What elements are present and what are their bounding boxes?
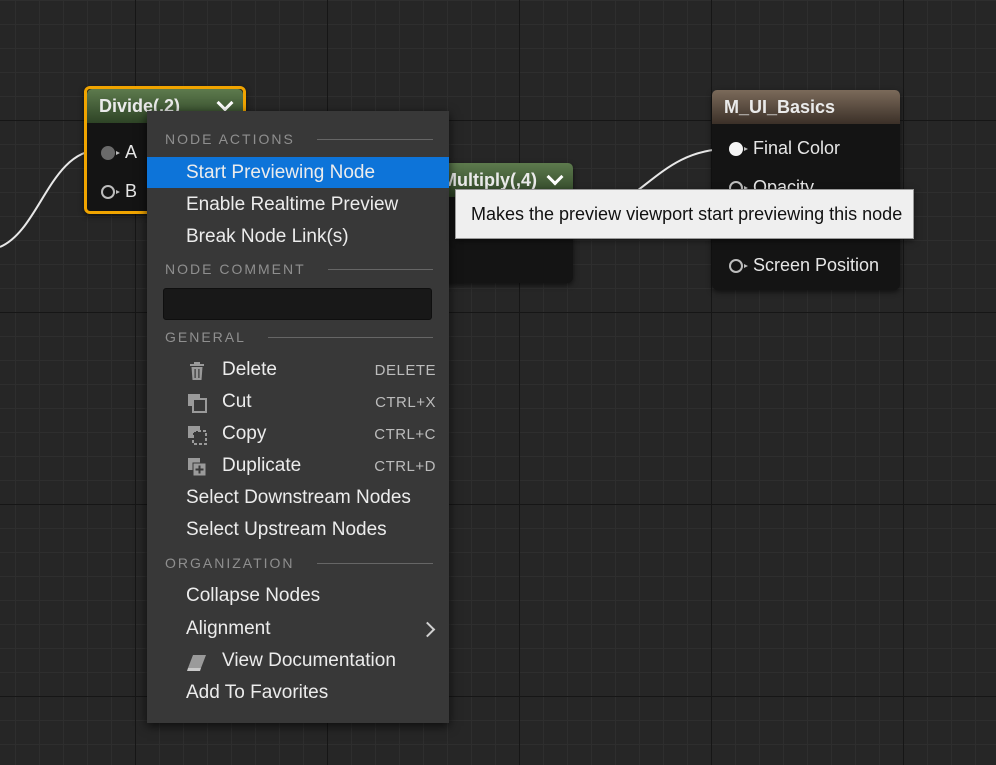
pin-input-icon[interactable]	[101, 145, 120, 160]
tooltip: Makes the preview viewport start preview…	[455, 189, 914, 239]
divider	[316, 562, 433, 564]
section-header-organization: ORGANIZATION	[165, 555, 433, 571]
result-node-title: M_UI_Basics	[724, 96, 836, 117]
pin-label: B	[125, 181, 138, 201]
menu-item-break-node-links[interactable]: Break Node Link(s)	[147, 221, 449, 253]
tooltip-text: Makes the preview viewport start preview…	[471, 203, 903, 224]
chevron-down-icon[interactable]	[216, 94, 234, 112]
menu-item-start-previewing-node[interactable]: Start Previewing Node	[147, 157, 449, 188]
divider	[316, 138, 433, 140]
context-menu: NODE ACTIONS Start Previewing Node Enabl…	[147, 111, 449, 723]
section-header-label: NODE COMMENT	[165, 261, 306, 277]
divider	[327, 268, 433, 270]
pin-input-icon[interactable]	[729, 141, 748, 156]
pin-label: A	[125, 142, 138, 162]
menu-item-delete[interactable]: Delete DELETE	[147, 354, 449, 386]
pin-input-icon[interactable]	[101, 184, 120, 199]
menu-item-alignment[interactable]: Alignment	[147, 613, 449, 645]
menu-item-label: View Documentation	[222, 650, 396, 671]
menu-item-label: Start Previewing Node	[186, 161, 376, 183]
pin-label: Final Color	[753, 138, 841, 158]
chevron-down-icon[interactable]	[546, 168, 564, 186]
section-header-node-comment: NODE COMMENT	[165, 261, 433, 277]
duplicate-icon	[187, 457, 207, 477]
menu-item-label: Cut	[222, 391, 252, 412]
cut-icon	[187, 393, 207, 413]
menu-item-label: Break Node Link(s)	[186, 226, 349, 247]
menu-item-label: Collapse Nodes	[186, 585, 321, 606]
shortcut-label: CTRL+D	[374, 457, 436, 475]
menu-item-label: Copy	[222, 423, 267, 444]
section-header-general: GENERAL	[165, 329, 433, 345]
section-header-label: NODE ACTIONS	[165, 131, 295, 147]
menu-item-enable-realtime-preview[interactable]: Enable Realtime Preview	[147, 189, 449, 221]
section-header-label: ORGANIZATION	[165, 555, 295, 571]
section-header-node-actions: NODE ACTIONS	[165, 131, 433, 147]
divider	[267, 336, 433, 338]
divide-pin-b[interactable]: B	[101, 181, 137, 202]
menu-item-select-upstream-nodes[interactable]: Select Upstream Nodes	[147, 514, 449, 546]
trash-icon	[187, 361, 207, 381]
menu-item-label: Add To Favorites	[186, 682, 329, 703]
result-pin-final-color[interactable]: Final Color	[729, 138, 840, 159]
menu-item-label: Select Upstream Nodes	[186, 519, 387, 540]
menu-item-add-to-favorites[interactable]: Add To Favorites	[147, 677, 449, 709]
menu-item-label: Select Downstream Nodes	[186, 487, 411, 508]
shortcut-label: DELETE	[374, 361, 436, 379]
pin-input-icon[interactable]	[729, 258, 748, 273]
menu-item-select-downstream-nodes[interactable]: Select Downstream Nodes	[147, 482, 449, 514]
menu-item-label: Alignment	[186, 618, 271, 639]
menu-item-label: Enable Realtime Preview	[186, 194, 399, 215]
documentation-icon	[187, 652, 207, 672]
menu-item-duplicate[interactable]: Duplicate CTRL+D	[147, 450, 449, 482]
shortcut-label: CTRL+X	[375, 393, 436, 411]
menu-item-view-documentation[interactable]: View Documentation	[147, 645, 449, 677]
copy-icon	[187, 425, 207, 445]
menu-item-copy[interactable]: Copy CTRL+C	[147, 418, 449, 450]
pin-label: Screen Position	[753, 255, 880, 275]
result-node-header[interactable]: M_UI_Basics	[712, 90, 900, 124]
menu-item-label: Delete	[222, 359, 277, 380]
result-pin-screen-position[interactable]: Screen Position	[729, 255, 879, 276]
node-comment-input[interactable]	[163, 288, 432, 320]
menu-item-cut[interactable]: Cut CTRL+X	[147, 386, 449, 418]
divide-pin-a[interactable]: A	[101, 142, 137, 163]
menu-item-label: Duplicate	[222, 455, 302, 476]
chevron-right-icon	[419, 621, 436, 638]
menu-item-collapse-nodes[interactable]: Collapse Nodes	[147, 580, 449, 612]
section-header-label: GENERAL	[165, 329, 246, 345]
shortcut-label: CTRL+C	[374, 425, 436, 443]
multiply-node-title: Multiply(,4)	[442, 169, 537, 190]
